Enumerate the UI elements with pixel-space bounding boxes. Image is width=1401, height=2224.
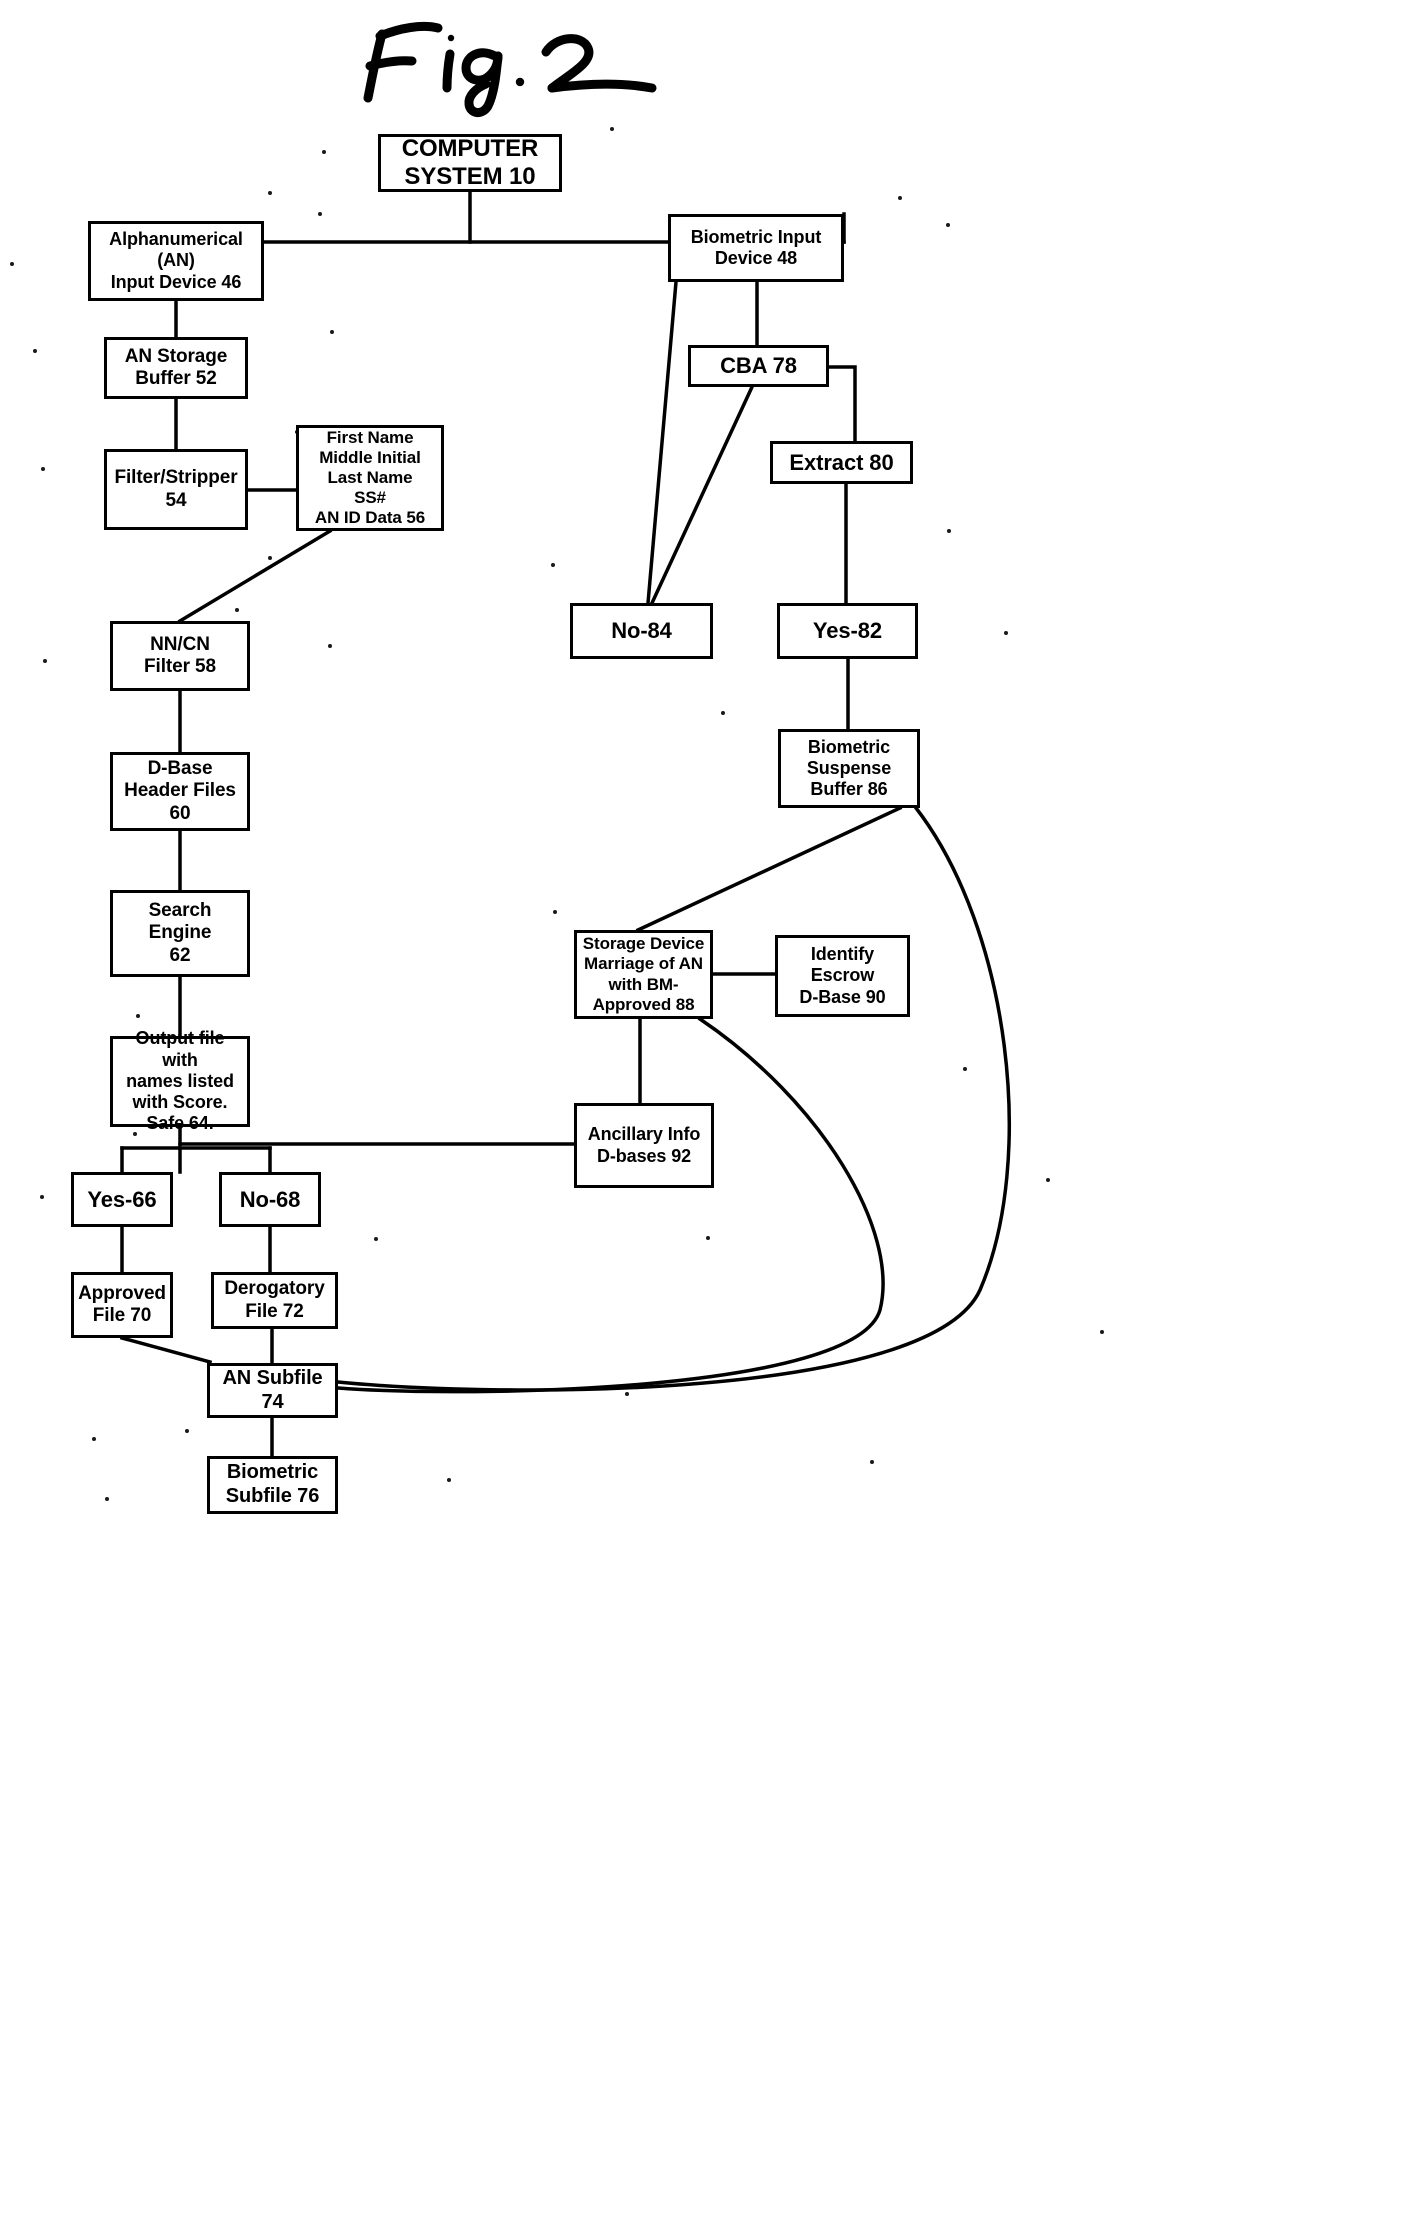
node-label-yes-82: Yes-82 [812, 618, 883, 644]
node-no-84: No-84 [570, 603, 713, 659]
node-label-dbase-header: D-Base Header Files 60 [124, 757, 236, 824]
node-nn-cn-filter: NN/CN Filter 58 [110, 621, 250, 691]
speck [328, 644, 332, 648]
edge-suspense-to-storage [635, 805, 903, 933]
edge-approved-to-subfile [119, 1335, 213, 1365]
edge-anid-to-nncn [177, 528, 333, 624]
node-label-output-file: Output file with names listed with Score… [126, 1028, 234, 1134]
edge-cba-to-extract [827, 365, 857, 443]
speck [43, 659, 47, 663]
patent-figure-2: Fig. 2 [0, 0, 1401, 2224]
edge-suspense-to-ansubfile-curve [336, 805, 1012, 1392]
node-biometric-input: Biometric Input Device 48 [668, 214, 844, 282]
node-label-filter-stripper: Filter/Stripper 54 [114, 467, 238, 511]
speck [721, 711, 725, 715]
speck [185, 1429, 189, 1433]
speck [1004, 631, 1008, 635]
node-label-no-84: No-84 [611, 618, 672, 644]
node-derogatory-file: Derogatory File 72 [211, 1272, 338, 1329]
node-approved-file: Approved File 70 [71, 1272, 173, 1338]
node-an-input-device: Alphanumerical (AN) Input Device 46 [88, 221, 264, 301]
speck [41, 467, 45, 471]
node-output-file: Output file with names listed with Score… [110, 1028, 250, 1133]
node-biometric-subfile: Biometric Subfile 76 [207, 1456, 338, 1514]
speck [706, 1236, 710, 1240]
speck [322, 150, 326, 154]
speck [10, 262, 14, 266]
speck [551, 563, 555, 567]
speck [898, 196, 902, 200]
speck [610, 127, 614, 131]
node-label-ancillary-info: Ancillary Info D-bases 92 [587, 1124, 701, 1166]
speck [92, 1437, 96, 1441]
node-identify-escrow: Identify Escrow D-Base 90 [775, 935, 910, 1017]
speck [40, 1195, 44, 1199]
node-label-extract: Extract 80 [789, 449, 894, 475]
node-storage-device: Storage Device Marriage of AN with BM- A… [574, 930, 713, 1019]
node-an-storage: AN Storage Buffer 52 [104, 337, 248, 399]
node-filter-stripper: Filter/Stripper 54 [104, 449, 248, 530]
speck [553, 910, 557, 914]
node-label-storage-device: Storage Device Marriage of AN with BM- A… [582, 934, 705, 1014]
speck [330, 330, 334, 334]
speck [625, 1392, 629, 1396]
node-label-yes-66: Yes-66 [87, 1186, 157, 1212]
node-label-derogatory-file: Derogatory File 72 [224, 1278, 325, 1322]
node-label-biometric-susp: Biometric Suspense Buffer 86 [806, 736, 892, 800]
node-label-nn-cn-filter: NN/CN Filter 58 [144, 633, 216, 677]
speck [447, 1478, 451, 1482]
node-biometric-susp: Biometric Suspense Buffer 86 [778, 729, 920, 808]
speck [318, 212, 322, 216]
speck [235, 608, 239, 612]
node-cba: CBA 78 [688, 345, 829, 387]
edge-biometric-to-no84 [646, 280, 678, 605]
edge-cba-to-no84 [649, 384, 755, 606]
node-computer-system: COMPUTER SYSTEM 10 [378, 134, 562, 192]
node-label-an-id-data: First Name Middle Initial Last Name SS# … [314, 427, 426, 528]
speck [268, 191, 272, 195]
speck [374, 1237, 378, 1241]
node-an-id-data: First Name Middle Initial Last Name SS# … [296, 425, 444, 531]
node-label-approved-file: Approved File 70 [78, 1282, 166, 1326]
speck [268, 556, 272, 560]
node-extract: Extract 80 [770, 441, 913, 484]
speck [963, 1067, 967, 1071]
speck [946, 223, 950, 227]
node-label-biometric-subfile: Biometric Subfile 76 [225, 1461, 320, 1507]
speck [33, 349, 37, 353]
speck [136, 1014, 140, 1018]
node-ancillary-info: Ancillary Info D-bases 92 [574, 1103, 714, 1188]
node-dbase-header: D-Base Header Files 60 [110, 752, 250, 831]
node-label-an-storage: AN Storage Buffer 52 [124, 345, 228, 389]
node-label-identify-escrow: Identify Escrow D-Base 90 [799, 944, 886, 1007]
node-no-68: No-68 [219, 1172, 321, 1227]
node-label-no-68: No-68 [239, 1186, 301, 1212]
node-label-biometric-input: Biometric Input Device 48 [690, 226, 822, 268]
speck [947, 529, 951, 533]
node-label-an-subfile: AN Subfile 74 [222, 1366, 323, 1413]
edge-storage-to-ansubfile-curve [336, 1016, 885, 1394]
speck [870, 1460, 874, 1464]
node-label-search-engine: Search Engine 62 [148, 899, 212, 966]
speck [1046, 1178, 1050, 1182]
node-yes-82: Yes-82 [777, 603, 918, 659]
node-label-an-input-device: Alphanumerical (AN) Input Device 46 [109, 229, 243, 292]
node-search-engine: Search Engine 62 [110, 890, 250, 977]
node-yes-66: Yes-66 [71, 1172, 173, 1227]
speck [105, 1497, 109, 1501]
speck [1100, 1330, 1104, 1334]
node-label-computer-system: COMPUTER SYSTEM 10 [401, 134, 539, 190]
node-label-cba: CBA 78 [720, 353, 797, 379]
node-an-subfile: AN Subfile 74 [207, 1363, 338, 1418]
